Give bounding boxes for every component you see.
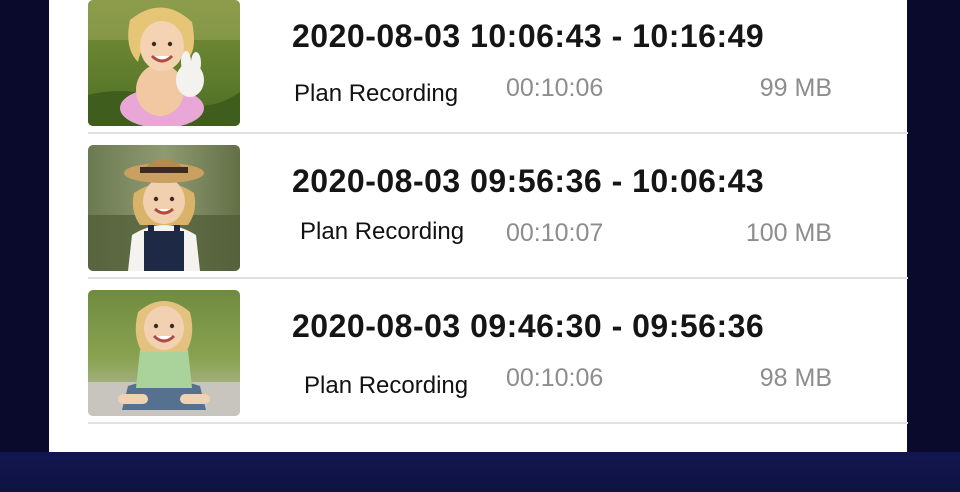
recording-time-range: 2020-08-03 09:56:36 - 10:06:43 bbox=[292, 163, 765, 199]
child-photo-icon bbox=[88, 145, 240, 271]
recording-type-label: Plan Recording bbox=[304, 372, 469, 399]
recording-duration: 00:10:07 bbox=[506, 219, 604, 247]
row-divider bbox=[88, 422, 908, 424]
recording-file-size: 99 MB bbox=[759, 74, 832, 102]
background-band bbox=[0, 452, 960, 492]
recording-file-size: 98 MB bbox=[759, 364, 832, 392]
recording-item[interactable]: 2020-08-03 10:06:43 - 10:16:49 Plan Reco… bbox=[88, 0, 908, 126]
recording-time-range: 2020-08-03 10:06:43 - 10:16:49 bbox=[292, 18, 765, 54]
recording-thumbnail[interactable] bbox=[88, 290, 240, 416]
recording-thumbnail[interactable] bbox=[88, 0, 240, 126]
row-divider bbox=[88, 277, 908, 279]
recording-item[interactable]: 2020-08-03 09:56:36 - 10:06:43 Plan Reco… bbox=[88, 145, 908, 271]
row-divider bbox=[88, 132, 908, 134]
child-photo-icon bbox=[88, 290, 240, 416]
recording-duration: 00:10:06 bbox=[506, 74, 604, 102]
recording-file-size: 100 MB bbox=[745, 219, 832, 247]
recording-type-label: Plan Recording bbox=[300, 218, 465, 245]
recording-type-label: Plan Recording bbox=[294, 80, 459, 107]
recording-duration: 00:10:06 bbox=[506, 364, 604, 392]
child-photo-icon bbox=[88, 0, 240, 126]
recording-thumbnail[interactable] bbox=[88, 145, 240, 271]
recording-time-range: 2020-08-03 09:46:30 - 09:56:36 bbox=[292, 308, 765, 344]
recording-item[interactable]: 2020-08-03 09:46:30 - 09:56:36 Plan Reco… bbox=[88, 290, 908, 416]
